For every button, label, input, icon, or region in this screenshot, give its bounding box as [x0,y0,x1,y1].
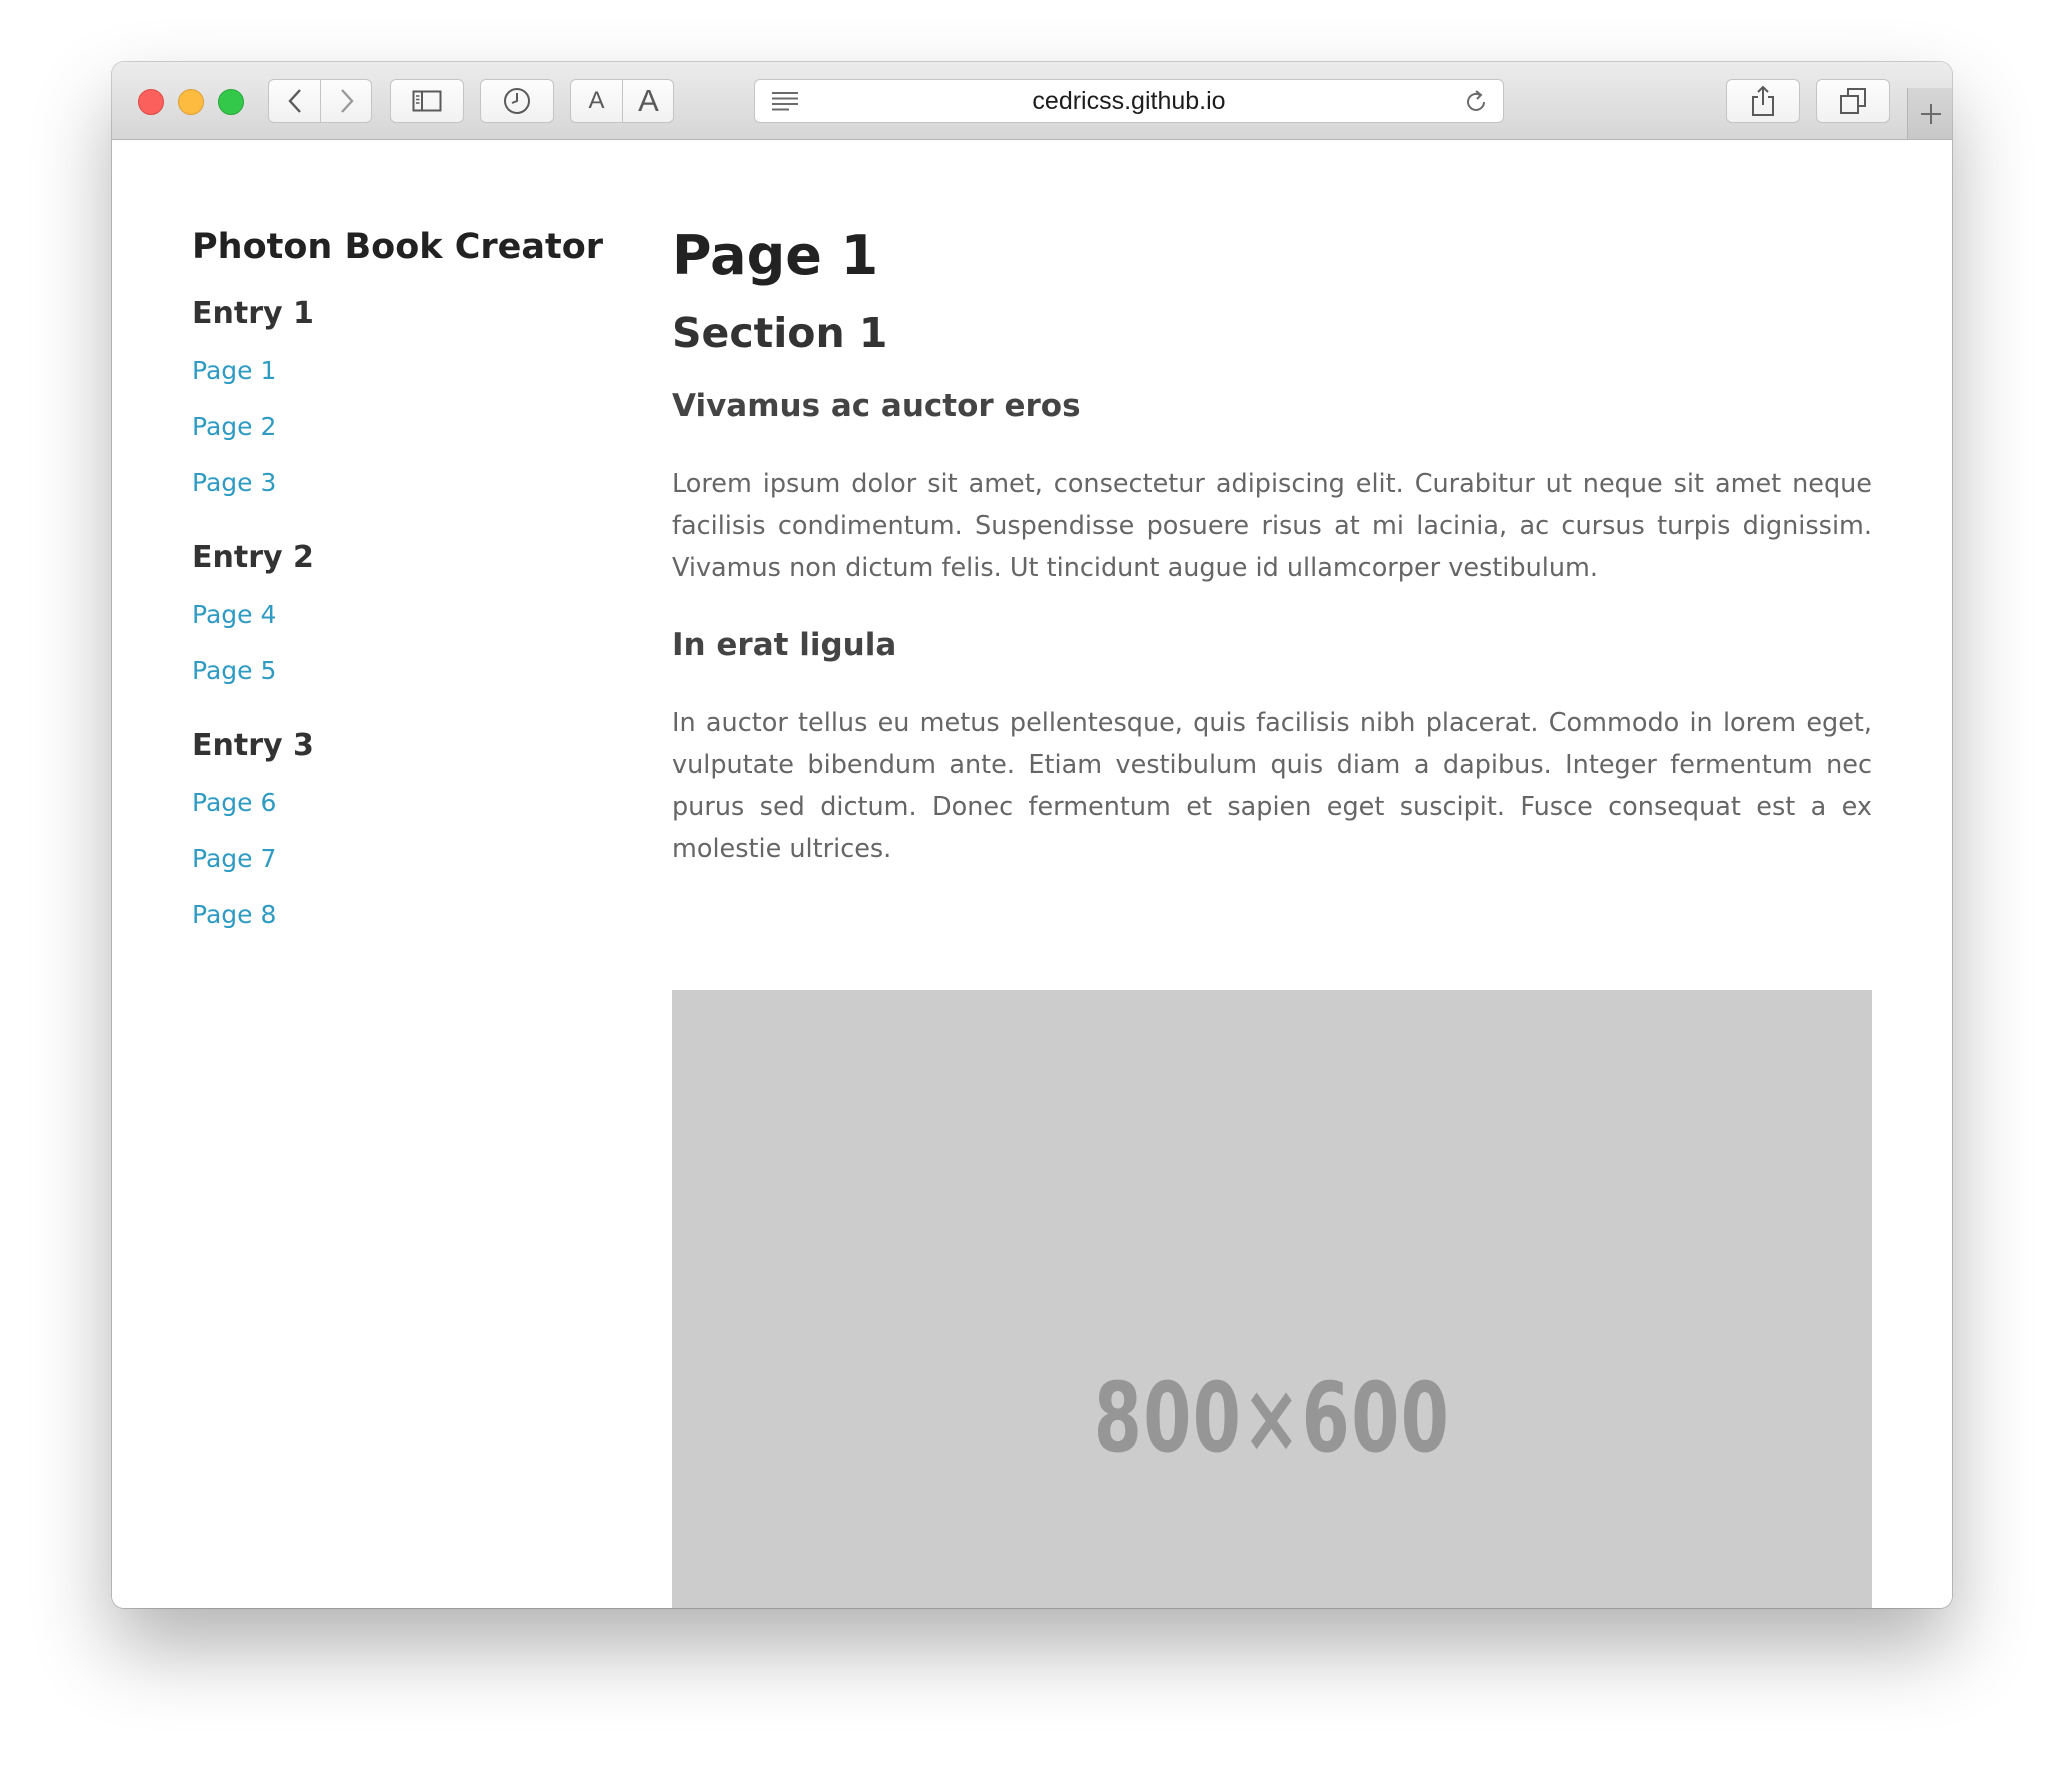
web-page: Photon Book Creator Entry 1 Page 1 Page … [112,140,1952,1608]
section-title: Section 1 [672,308,888,357]
sidebar-link-page-5[interactable]: Page 5 [192,656,612,686]
forward-button[interactable] [321,80,372,122]
chevron-right-icon [340,89,354,113]
show-tabs-button[interactable] [1816,79,1890,123]
text-smaller-button[interactable]: A [571,80,622,122]
subsection-2-text: In auctor tellus eu metus pellentesque, … [672,708,1872,865]
book-sidebar: Photon Book Creator Entry 1 Page 1 Page … [192,226,612,930]
sidebar-link-page-2[interactable]: Page 2 [192,412,612,442]
clock-icon [504,88,530,114]
close-window-button[interactable] [138,89,164,115]
text-size-group: A A [570,79,674,123]
history-button[interactable] [480,79,554,123]
tabs-icon [1840,88,1866,114]
page-title: Page 1 [672,224,879,287]
address-bar[interactable]: cedricss.github.io [754,79,1504,123]
sidebar-link-page-8[interactable]: Page 8 [192,900,612,930]
browser-window: A A cedricss.github.io Photon Book Creat… [112,62,1952,1608]
chevron-left-icon [287,89,301,113]
share-icon [1752,85,1774,116]
entry-3-title: Entry 3 [192,728,314,763]
subsection-2-title: In erat ligula [672,627,897,664]
main-content: Page 1 Section 1 Vivamus ac auctor eros … [672,224,1872,870]
browser-toolbar: A A cedricss.github.io [112,62,1952,140]
share-button[interactable] [1726,79,1800,123]
sidebar-icon [412,90,442,112]
text-larger-button[interactable]: A [623,80,674,122]
minimize-window-button[interactable] [178,89,204,115]
sidebar-button[interactable] [390,79,464,123]
entry-2-title: Entry 2 [192,540,314,575]
subsection-1-text: Lorem ipsum dolor sit amet, consectetur … [672,469,1872,584]
image-placeholder: 800×600 [672,990,1872,1608]
site-title: Photon Book Creator [192,227,604,267]
zoom-window-button[interactable] [218,89,244,115]
entry-1-title: Entry 1 [192,296,314,331]
reload-icon[interactable] [1463,89,1489,115]
subsection-1-title: Vivamus ac auctor eros [672,387,1081,424]
sidebar-link-page-7[interactable]: Page 7 [192,844,612,874]
sidebar-link-page-1[interactable]: Page 1 [192,356,612,386]
back-button[interactable] [269,80,320,122]
image-placeholder-label: 800×600 [1093,1362,1451,1474]
new-tab-button[interactable] [1907,88,1952,139]
sidebar-link-page-3[interactable]: Page 3 [192,468,612,498]
plus-icon [1920,103,1941,124]
history-nav-group [268,79,372,123]
sidebar-link-page-6[interactable]: Page 6 [192,788,612,818]
url-text[interactable]: cedricss.github.io [755,80,1503,122]
sidebar-link-page-4[interactable]: Page 4 [192,600,612,630]
